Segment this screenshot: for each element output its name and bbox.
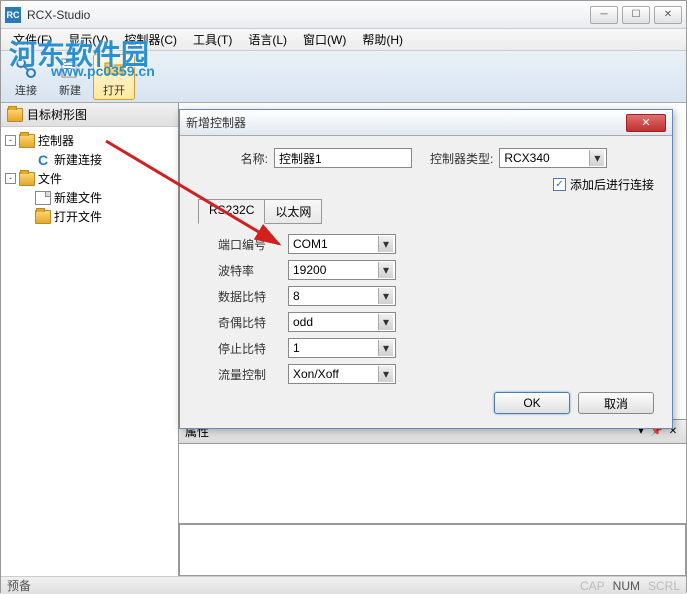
app-icon: RC <box>5 7 21 23</box>
tree-node-new-file[interactable]: 新建文件 <box>5 188 174 207</box>
parity-combo[interactable]: odd <box>288 312 396 332</box>
port-label: 端口编号 <box>218 236 288 253</box>
ok-button[interactable]: OK <box>494 392 570 414</box>
add-controller-dialog: 新增控制器 ✕ 名称: 控制器类型: RCX340 ✓ 添加后进行连接 RS23… <box>179 109 673 429</box>
open-button[interactable]: 打开 <box>93 54 135 100</box>
connect-icon <box>14 56 38 80</box>
close-button[interactable]: ✕ <box>654 6 682 24</box>
menu-controller[interactable]: 控制器(C) <box>116 29 185 50</box>
tab-ethernet[interactable]: 以太网 <box>264 199 322 224</box>
status-scrl: SCRL <box>648 579 680 593</box>
parity-label: 奇偶比特 <box>218 314 288 331</box>
status-text: 预备 <box>7 577 580 594</box>
tree-label: 文件 <box>38 170 62 187</box>
flowcontrol-combo[interactable]: Xon/Xoff <box>288 364 396 384</box>
connect-label: 连接 <box>15 82 37 98</box>
flowcontrol-label: 流量控制 <box>218 366 288 383</box>
status-cap: CAP <box>580 579 605 593</box>
open-folder-icon <box>102 56 126 80</box>
tree-label: 打开文件 <box>54 208 102 225</box>
tree-panel-header: 目标树形图 <box>1 103 178 127</box>
menu-view[interactable]: 显示(V) <box>60 29 116 50</box>
minimize-button[interactable]: ─ <box>590 6 618 24</box>
dialog-title: 新增控制器 <box>186 114 626 131</box>
baud-combo[interactable]: 19200 <box>288 260 396 280</box>
status-num: NUM <box>613 579 640 593</box>
menu-help[interactable]: 帮助(H) <box>354 29 411 50</box>
tree-label: 新建文件 <box>54 189 102 206</box>
databits-combo[interactable]: 8 <box>288 286 396 306</box>
new-label: 新建 <box>59 82 81 98</box>
tree-header-label: 目标树形图 <box>27 106 87 123</box>
name-label: 名称: <box>198 150 268 167</box>
tree-node-files[interactable]: - 文件 <box>5 169 174 188</box>
stopbits-combo[interactable]: 1 <box>288 338 396 358</box>
cancel-button[interactable]: 取消 <box>578 392 654 414</box>
folder-icon <box>7 108 23 122</box>
tree-collapse-icon[interactable]: - <box>5 173 16 184</box>
maximize-button[interactable]: ☐ <box>622 6 650 24</box>
new-button[interactable]: 新建 <box>49 54 91 100</box>
tree-node-new-connection[interactable]: C 新建连接 <box>5 150 174 169</box>
folder-icon <box>19 172 35 186</box>
tab-rs232c[interactable]: RS232C <box>198 199 265 224</box>
name-input[interactable] <box>274 148 412 168</box>
file-icon <box>35 191 51 205</box>
tree-node-open-file[interactable]: 打开文件 <box>5 207 174 226</box>
controller-type-combo[interactable]: RCX340 <box>499 148 607 168</box>
tree-node-controller[interactable]: - 控制器 <box>5 131 174 150</box>
menu-file[interactable]: 文件(F) <box>5 29 60 50</box>
connect-after-label: 添加后进行连接 <box>570 176 654 193</box>
tree-label: 控制器 <box>38 132 74 149</box>
dialog-close-button[interactable]: ✕ <box>626 114 666 132</box>
baud-label: 波特率 <box>218 262 288 279</box>
tree-collapse-icon[interactable]: - <box>5 135 16 146</box>
open-label: 打开 <box>103 82 125 98</box>
menu-language[interactable]: 语言(L) <box>240 29 295 50</box>
window-title: RCX-Studio <box>27 8 590 22</box>
connection-icon: C <box>35 152 51 168</box>
connect-after-checkbox[interactable]: ✓ <box>553 178 566 191</box>
port-combo[interactable]: COM1 <box>288 234 396 254</box>
menu-tool[interactable]: 工具(T) <box>185 29 240 50</box>
menu-window[interactable]: 窗口(W) <box>295 29 354 50</box>
databits-label: 数据比特 <box>218 288 288 305</box>
connect-button[interactable]: 连接 <box>5 54 47 100</box>
tree-label: 新建连接 <box>54 151 102 168</box>
new-file-icon <box>58 56 82 80</box>
output-panel[interactable] <box>179 524 686 576</box>
controller-type-label: 控制器类型: <box>430 150 493 167</box>
folder-icon <box>19 134 35 148</box>
folder-icon <box>35 210 51 224</box>
properties-body <box>179 444 686 524</box>
stopbits-label: 停止比特 <box>218 340 288 357</box>
